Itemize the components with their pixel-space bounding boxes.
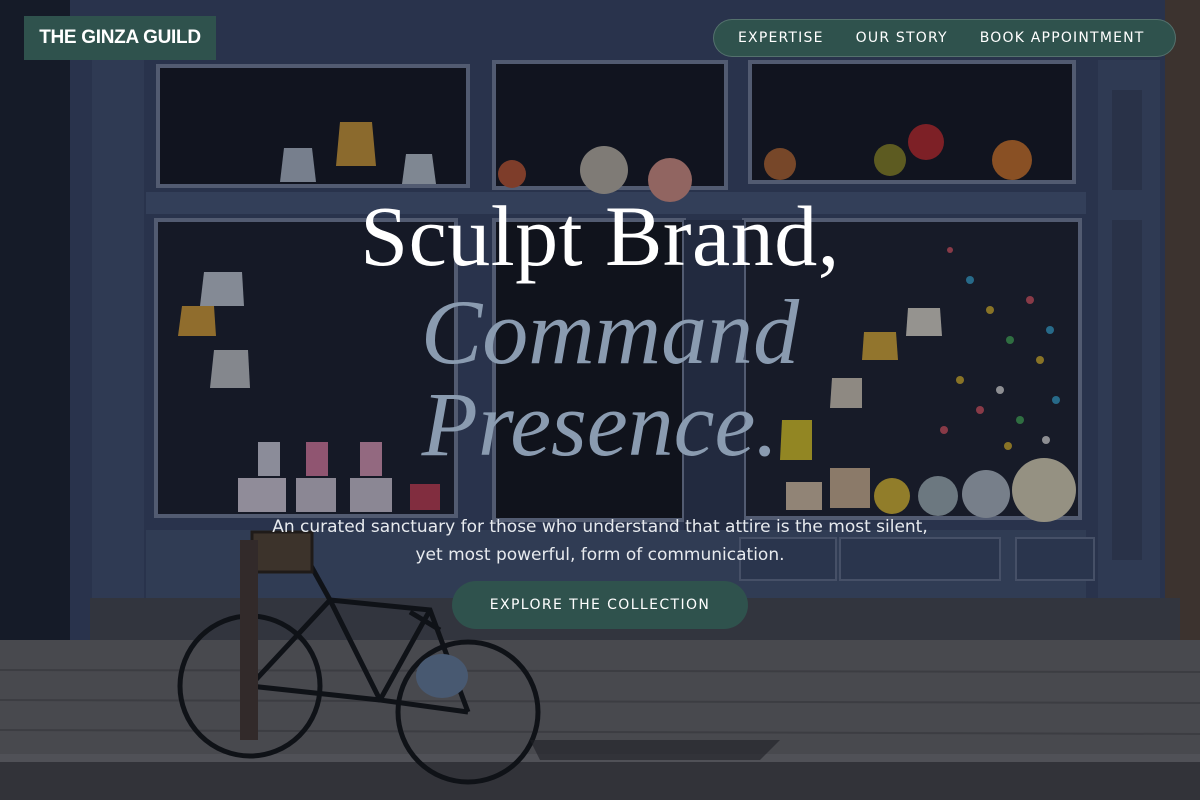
brand-logo[interactable]: THE GINZA GUILD — [24, 16, 216, 60]
headline-line-3: Presence. — [421, 373, 779, 475]
main-navigation: EXPERTISE OUR STORY BOOK APPOINTMENT — [713, 19, 1176, 57]
hero-headline: Sculpt Brand, Command Presence. — [0, 188, 1200, 470]
headline-line-2: Command — [420, 281, 800, 383]
explore-collection-button[interactable]: EXPLORE THE COLLECTION — [452, 581, 748, 629]
brand-name: THE GINZA GUILD — [39, 27, 201, 48]
hero-subtitle: An curated sanctuary for those who under… — [272, 517, 928, 565]
nav-link-book-appointment[interactable]: BOOK APPOINTMENT — [980, 30, 1145, 46]
headline-line-1: Sculpt Brand, — [360, 188, 840, 284]
nav-link-our-story[interactable]: OUR STORY — [856, 30, 948, 46]
nav-link-expertise[interactable]: EXPERTISE — [738, 30, 824, 46]
hero-section: THE GINZA GUILD EXPERTISE OUR STORY BOOK… — [0, 0, 1200, 800]
